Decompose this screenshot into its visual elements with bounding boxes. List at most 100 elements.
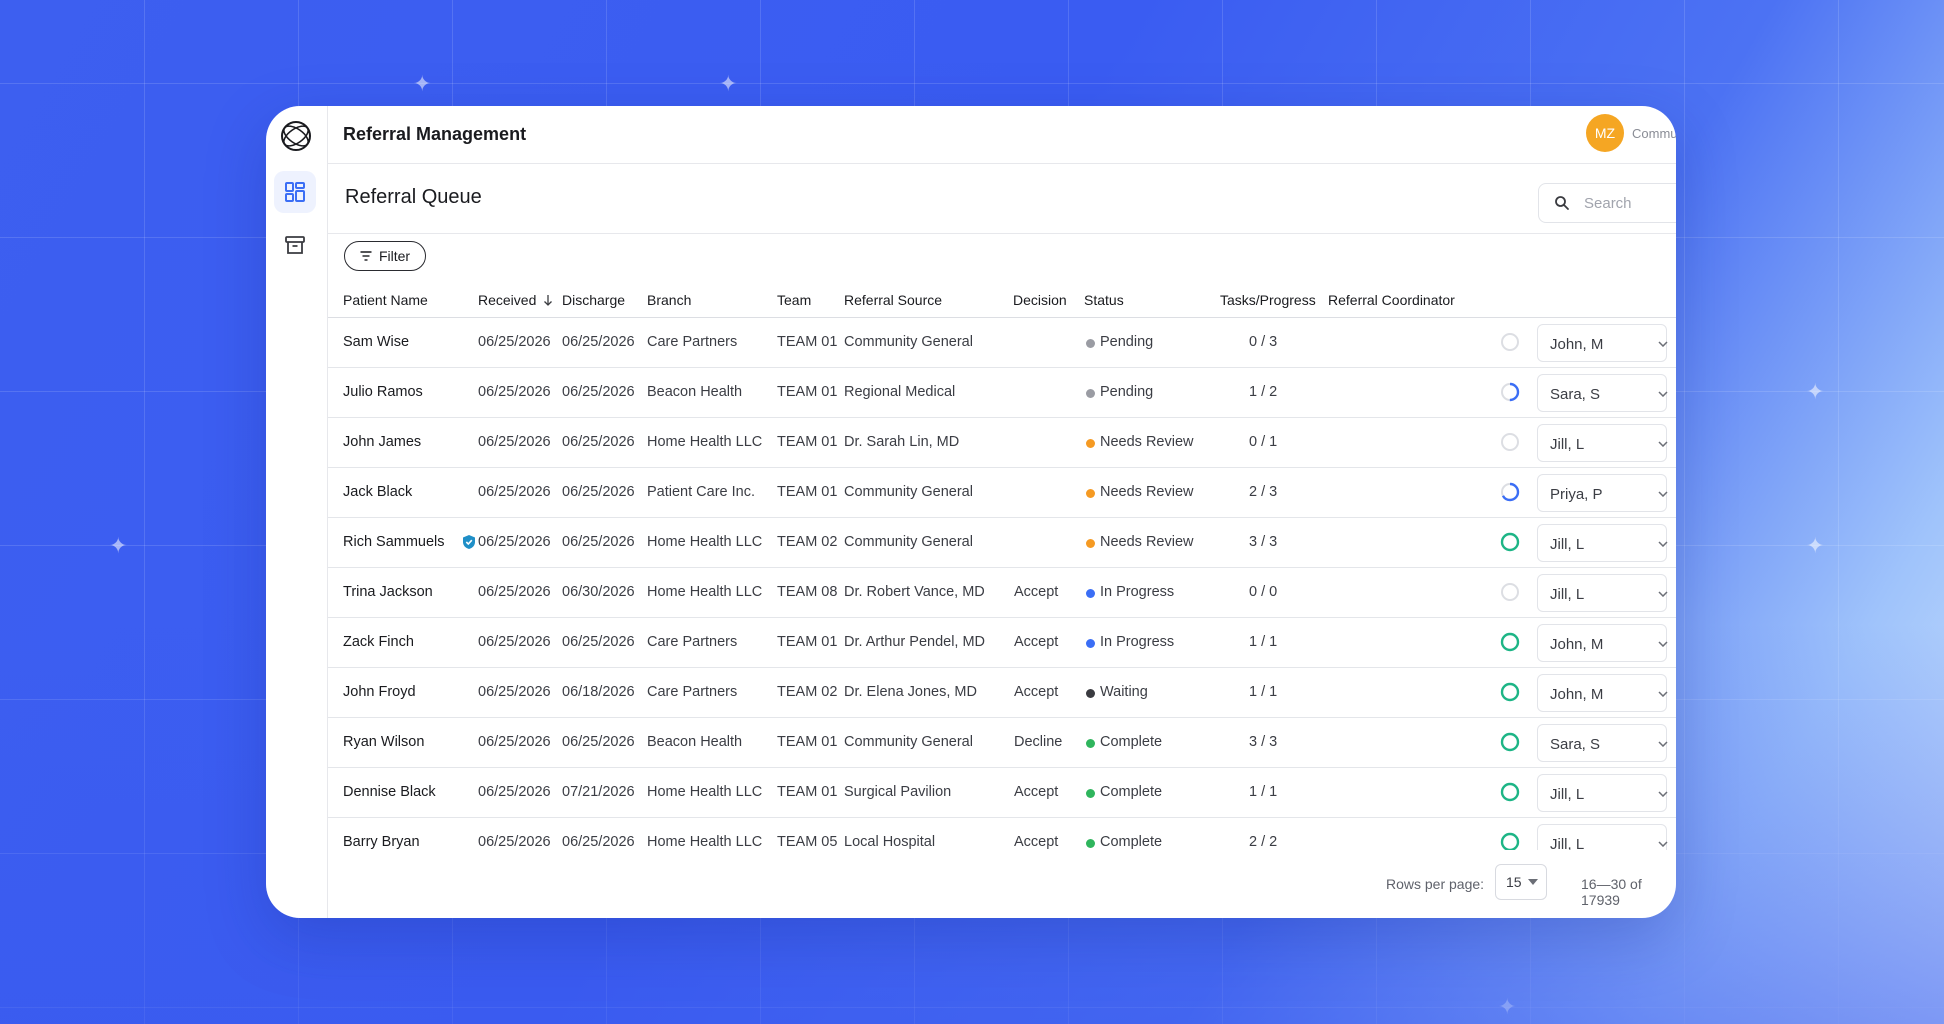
discharge-date: 06/30/2026 xyxy=(562,584,635,600)
filter-button[interactable]: Filter xyxy=(344,241,426,271)
coordinator-value: Sara, S xyxy=(1550,386,1601,403)
status-dot xyxy=(1086,489,1095,498)
coordinator-value: Sara, S xyxy=(1550,736,1601,753)
app-logo-icon xyxy=(281,121,311,151)
column-header-discharge[interactable]: Discharge xyxy=(562,292,625,308)
nav-archive-button[interactable] xyxy=(274,224,316,266)
tasks-count: 1 / 1 xyxy=(1249,784,1278,800)
coordinator-select[interactable]: Jill, L xyxy=(1537,524,1668,562)
chevron-down-icon xyxy=(1658,591,1668,597)
status-dot xyxy=(1086,439,1095,448)
search-icon xyxy=(1555,196,1569,210)
received-date: 06/25/2026 xyxy=(478,434,551,450)
user-avatar[interactable]: MZ xyxy=(1586,114,1624,152)
organization-name: Community General xyxy=(1632,126,1676,141)
column-header-received[interactable]: Received xyxy=(478,292,553,308)
coordinator-select[interactable]: John, M xyxy=(1537,324,1668,362)
referral-source: Dr. Elena Jones, MD xyxy=(844,684,977,700)
status-label: Needs Review xyxy=(1100,534,1194,550)
table-row[interactable]: Trina Jackson 06/25/2026 06/30/2026 Home He… xyxy=(328,568,1676,618)
patient-name: Rich Sammuels xyxy=(343,534,445,550)
table-row[interactable]: John James 06/25/2026 06/25/2026 Home Healt… xyxy=(328,418,1676,468)
table-row[interactable]: Barry Bryan 06/25/2026 06/25/2026 Home Heal… xyxy=(328,818,1676,850)
tasks-count: 1 / 1 xyxy=(1249,634,1278,650)
sidebar-rail xyxy=(266,106,328,918)
progress-ring-icon xyxy=(1500,832,1520,850)
discharge-date: 06/25/2026 xyxy=(562,534,635,550)
patient-name: Barry Bryan xyxy=(343,834,420,850)
column-header-label: Received xyxy=(478,292,537,308)
patient-name: John James xyxy=(343,434,422,450)
status-label: Waiting xyxy=(1100,684,1148,700)
filter-icon xyxy=(360,251,372,261)
table-row[interactable]: Sam Wise 06/25/2026 06/25/2026 Care Partner… xyxy=(328,318,1676,368)
coordinator-select[interactable]: John, M xyxy=(1537,674,1668,712)
coordinator-select[interactable]: John, M xyxy=(1537,624,1668,662)
received-date: 06/25/2026 xyxy=(478,784,551,800)
table-row[interactable]: Zack Finch 06/25/2026 06/25/2026 Care Partn… xyxy=(328,618,1676,668)
tasks-count: 2 / 3 xyxy=(1249,484,1278,500)
column-header-decision[interactable]: Decision xyxy=(1013,292,1067,308)
discharge-date: 06/25/2026 xyxy=(562,634,635,650)
referral-source: Dr. Sarah Lin, MD xyxy=(844,434,960,450)
patient-name: John Froyd xyxy=(343,684,416,700)
tasks-count: 0 / 1 xyxy=(1249,434,1278,450)
column-header-branch[interactable]: Branch xyxy=(647,292,691,308)
status-label: In Progress xyxy=(1100,634,1175,650)
table-header: Patient Name Received Discharge Branch T… xyxy=(328,280,1676,318)
patient-name: Ryan Wilson xyxy=(343,734,425,750)
table-row[interactable]: Dennise Black 06/25/2026 07/21/2026 Home He… xyxy=(328,768,1676,818)
rows-per-page-select[interactable]: 15 xyxy=(1495,864,1547,900)
status-label: Needs Review xyxy=(1100,484,1194,500)
decision-value: Accept xyxy=(1014,584,1059,600)
discharge-date: 06/25/2026 xyxy=(562,434,635,450)
table-row[interactable]: Jack Black 06/25/2026 06/25/2026 Patient Ca… xyxy=(328,468,1676,518)
table-row[interactable]: John Froyd 06/25/2026 06/18/2026 Care Partn… xyxy=(328,668,1676,718)
status-dot xyxy=(1086,689,1095,698)
table-row[interactable]: Rich Sammuels 06/25/2026 06/25/2026 Home He… xyxy=(328,518,1676,568)
search-input[interactable] xyxy=(1584,194,1676,212)
status-dot xyxy=(1086,539,1095,548)
tasks-count: 1 / 1 xyxy=(1249,684,1278,700)
chevron-down-icon xyxy=(1658,391,1668,397)
referral-table: Patient Name Received Discharge Branch T… xyxy=(328,280,1676,850)
chevron-down-icon xyxy=(1658,641,1668,647)
discharge-date: 06/18/2026 xyxy=(562,684,635,700)
coordinator-value: Jill, L xyxy=(1550,586,1585,603)
sparkle-icon: ✦ xyxy=(1806,379,1825,404)
progress-ring-icon xyxy=(1501,333,1519,351)
received-date: 06/25/2026 xyxy=(478,734,551,750)
coordinator-select[interactable]: Jill, L xyxy=(1537,424,1668,462)
column-header-status[interactable]: Status xyxy=(1084,292,1124,308)
referral-source: Community General xyxy=(844,334,973,350)
column-header-team[interactable]: Team xyxy=(777,292,811,308)
received-date: 06/25/2026 xyxy=(478,484,551,500)
caret-down-icon xyxy=(1528,879,1538,885)
team-name: TEAM 01 xyxy=(777,384,838,400)
column-header-patient-name[interactable]: Patient Name xyxy=(343,292,428,308)
progress-ring-icon xyxy=(1500,382,1520,402)
progress-ring-icon xyxy=(1501,583,1519,601)
table-row[interactable]: Ryan Wilson 06/25/2026 06/25/2026 Beacon He… xyxy=(328,718,1676,768)
nav-dashboard-button[interactable] xyxy=(274,171,316,213)
coordinator-select[interactable]: Jill, L xyxy=(1537,774,1668,812)
coordinator-select[interactable]: Sara, S xyxy=(1537,374,1668,412)
table-row[interactable]: Julio Ramos 06/25/2026 06/25/2026 Beacon He… xyxy=(328,368,1676,418)
column-header-referral-source[interactable]: Referral Source xyxy=(844,292,942,308)
coordinator-select[interactable]: Sara, S xyxy=(1537,724,1668,762)
progress-ring-icon xyxy=(1500,732,1520,752)
coordinator-select[interactable]: Priya, P xyxy=(1537,474,1668,512)
chevron-down-icon xyxy=(1658,491,1668,497)
patient-name: Julio Ramos xyxy=(343,384,423,400)
discharge-date: 06/25/2026 xyxy=(562,384,635,400)
coordinator-select[interactable]: Jill, L xyxy=(1537,574,1668,612)
search-box[interactable] xyxy=(1538,183,1676,223)
discharge-date: 06/25/2026 xyxy=(562,334,635,350)
branch-name: Care Partners xyxy=(647,334,738,350)
team-name: TEAM 02 xyxy=(777,684,838,700)
column-header-referral-coordinator[interactable]: Referral Coordinator xyxy=(1328,292,1455,308)
referral-source: Local Hospital xyxy=(844,834,936,850)
column-header-tasks-progress[interactable]: Tasks/Progress xyxy=(1220,292,1316,308)
coordinator-select[interactable]: Jill, L xyxy=(1537,824,1668,850)
sparkle-icon: ✦ xyxy=(109,533,128,558)
